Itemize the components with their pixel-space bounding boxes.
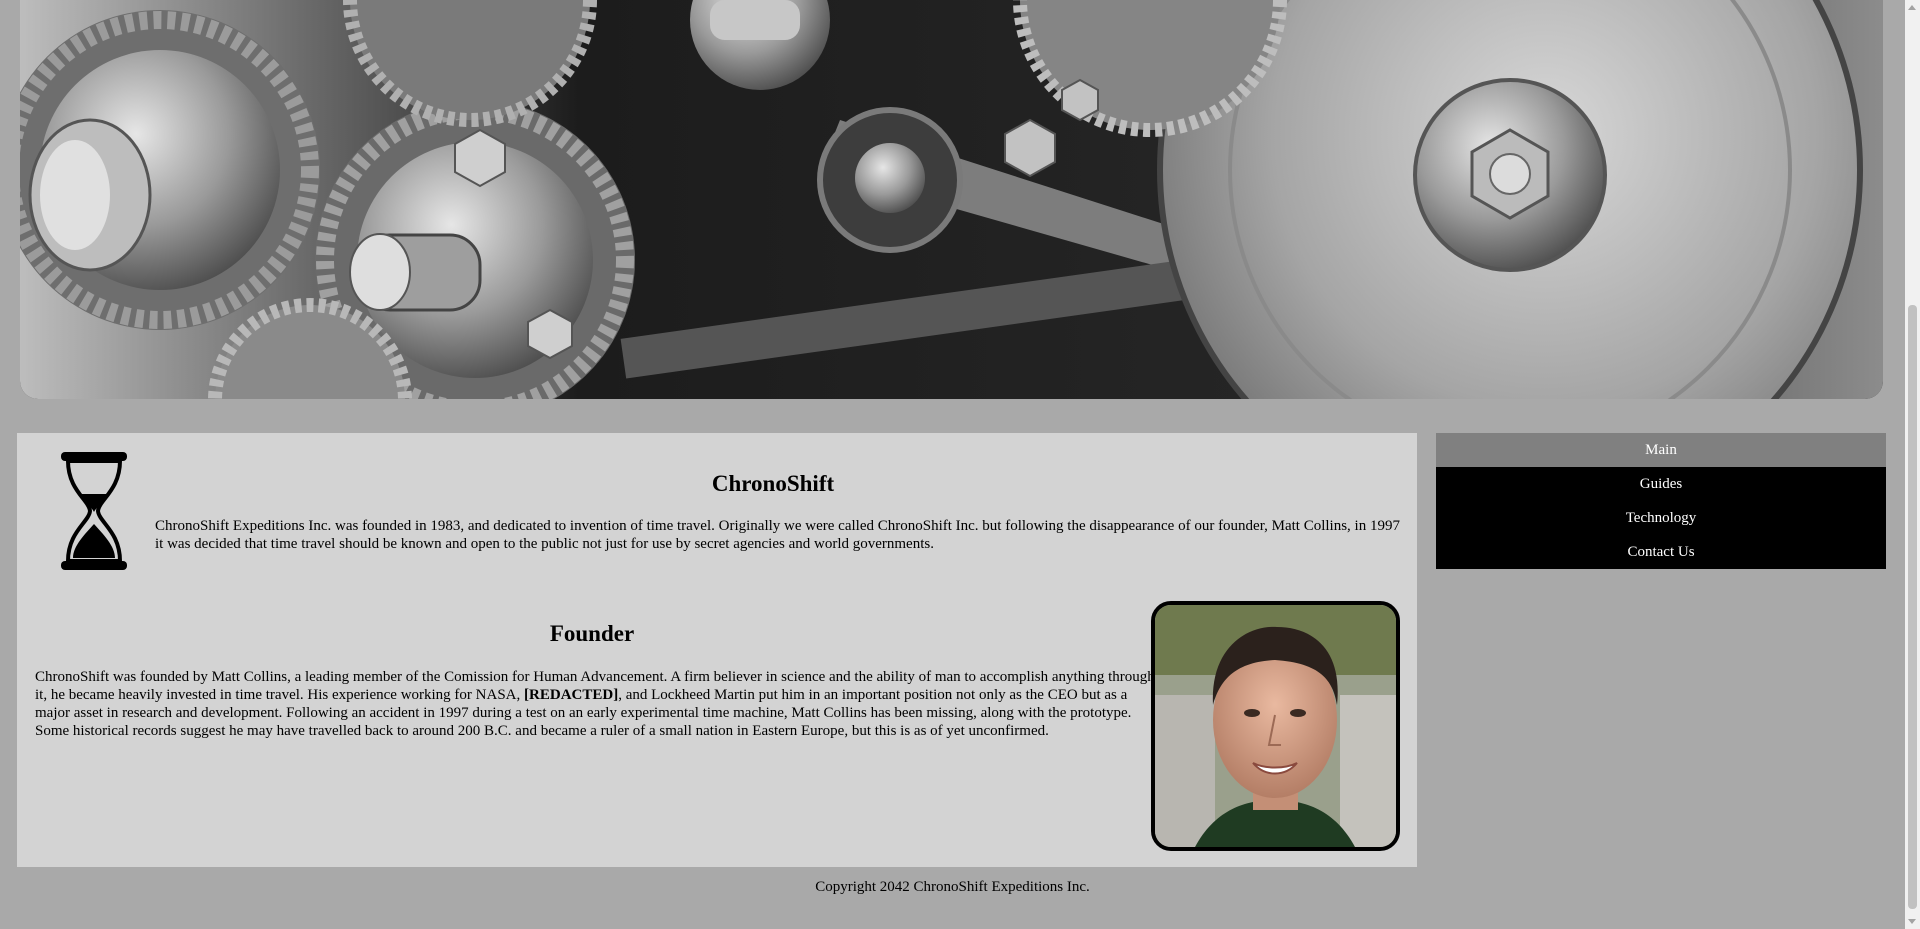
nav-item-guides[interactable]: Guides: [1436, 467, 1886, 501]
page: ChronoShift ChronoShift Expeditions Inc.…: [0, 0, 1905, 929]
company-title: ChronoShift: [711, 471, 835, 496]
founder-heading: Founder: [549, 621, 635, 646]
vertical-scrollbar[interactable]: [1905, 0, 1920, 929]
founder-bio: ChronoShift was founded by Matt Collins,…: [35, 668, 1155, 740]
footer-copyright: Copyright 2042 ChronoShift Expeditions I…: [815, 879, 1090, 895]
nav-item-main[interactable]: Main: [1436, 433, 1886, 467]
nav-item-technology[interactable]: Technology: [1436, 501, 1886, 535]
scroll-down-icon[interactable]: [1908, 919, 1916, 924]
hourglass-icon: [61, 452, 127, 570]
nav-item-contact-us[interactable]: Contact Us: [1436, 535, 1886, 569]
founder-portrait: [1151, 601, 1400, 851]
sidebar-nav: Main Guides Technology Contact Us: [1436, 433, 1886, 569]
scroll-up-icon[interactable]: [1908, 5, 1916, 10]
redacted-text: [REDACTED]: [524, 687, 619, 703]
company-description: ChronoShift Expeditions Inc. was founded…: [155, 518, 1400, 552]
scroll-thumb[interactable]: [1908, 305, 1917, 909]
main-content: ChronoShift ChronoShift Expeditions Inc.…: [17, 433, 1417, 867]
hero-image: [20, 0, 1883, 399]
gears-illustration: [20, 0, 1883, 399]
